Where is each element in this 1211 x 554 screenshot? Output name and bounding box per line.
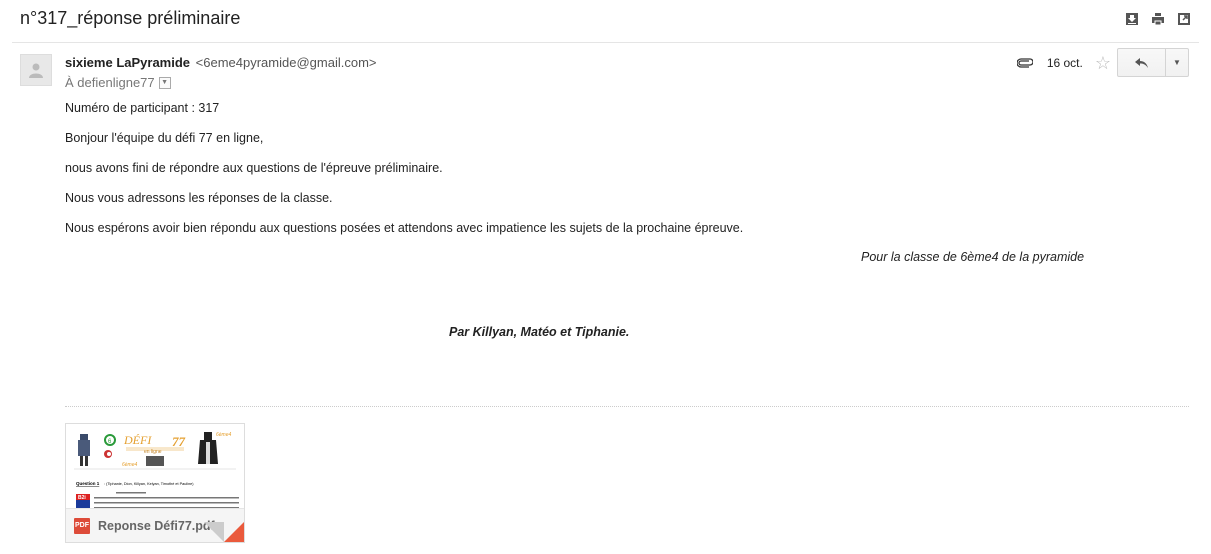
avatar-icon	[29, 63, 43, 78]
chevron-down-icon: ▼	[1173, 58, 1181, 67]
body-line: Bonjour l'équipe du défi 77 en ligne,	[65, 131, 264, 145]
thumb-logo-text: B2i	[78, 495, 86, 501]
attachment-divider	[65, 406, 1189, 407]
thumb-badge-right: 6ème4	[216, 432, 232, 438]
thumb-badge-left: 6ème4	[122, 462, 138, 468]
star-icon[interactable]: ☆	[1095, 54, 1111, 72]
email-body: Numéro de participant : 317 Bonjour l'éq…	[65, 100, 1190, 339]
body-line: Nous espérons avoir bien répondu aux que…	[65, 221, 744, 235]
recipient-line: À defienligne77 ▼	[65, 75, 171, 90]
recipient-details-button[interactable]: ▼	[158, 76, 171, 89]
email-meta: 16 oct. ☆	[1016, 54, 1111, 72]
signature-class: Pour la classe de 6ème4 de la pyramide	[861, 250, 1085, 264]
download-icon[interactable]	[1125, 12, 1139, 26]
recipient-label: À defienligne77	[65, 75, 155, 90]
attachment-card[interactable]: 6 DÉFI 77 en ligne 6ème4 6ème4 Question …	[65, 423, 245, 543]
thumb-number: 77	[172, 434, 186, 449]
thumb-question: Question 1	[76, 481, 100, 486]
email-date: 16 oct.	[1046, 56, 1083, 70]
reply-button[interactable]	[1118, 49, 1166, 76]
chevron-down-icon: ▼	[161, 79, 169, 86]
top-actions	[1125, 12, 1191, 26]
sender-email: <6eme4pyramide@gmail.com>	[195, 55, 377, 70]
sender-line: sixieme LaPyramide <6eme4pyramide@gmail.…	[65, 55, 377, 70]
thumb-title: DÉFI	[123, 433, 152, 447]
attachment-thumbnail: 6 DÉFI 77 en ligne 6ème4 6ème4 Question …	[66, 424, 244, 509]
pdf-icon: PDF	[74, 517, 90, 534]
more-options-button[interactable]: ▼	[1166, 49, 1188, 76]
header-divider	[12, 42, 1199, 43]
new-window-icon[interactable]	[1177, 12, 1191, 26]
attachment-filename[interactable]: Reponse Défi77.pdf	[98, 519, 215, 533]
body-line: Nous vous adressons les réponses de la c…	[65, 191, 333, 205]
page-corner-fold	[204, 522, 224, 542]
signature-authors: Par Killyan, Matéo et Tiphanie.	[449, 325, 630, 339]
paperclip-icon	[1016, 58, 1033, 68]
reply-button-group: ▼	[1117, 48, 1189, 77]
reply-icon	[1134, 57, 1148, 68]
thumb-question-names: : (Tiphanie, Dion, Killyan, Kelyan, Timo…	[104, 482, 194, 486]
body-line: nous avons fini de répondre aux question…	[65, 161, 443, 175]
print-icon[interactable]	[1151, 12, 1165, 26]
sender-name[interactable]: sixieme LaPyramide	[65, 55, 190, 70]
page-corner	[224, 522, 244, 542]
email-subject: n°317_réponse préliminaire	[20, 8, 241, 28]
sender-avatar[interactable]	[20, 54, 52, 86]
body-line: Numéro de participant : 317	[65, 101, 220, 115]
